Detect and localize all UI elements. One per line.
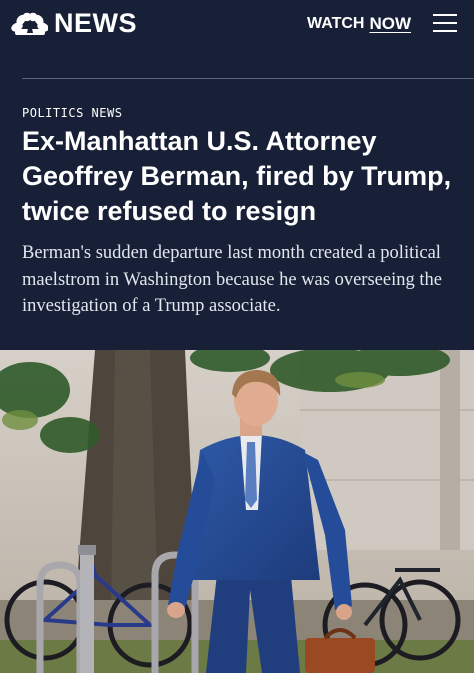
site-header: NEWS WATCH NOW POLITICS NEWS Ex-Manhatta…: [0, 0, 474, 350]
hero-photo-illustration: [0, 350, 474, 673]
article-page: NEWS WATCH NOW POLITICS NEWS Ex-Manhatta…: [0, 0, 474, 673]
article-headline: Ex-Manhattan U.S. Attorney Geoffrey Berm…: [22, 126, 452, 226]
menu-bar: [433, 22, 457, 24]
nbc-news-logo[interactable]: NEWS: [10, 8, 137, 38]
peacock-logo-icon: [11, 12, 48, 35]
watch-now-link[interactable]: WATCH NOW: [307, 13, 411, 35]
article-dek: Berman's sudden departure last month cre…: [22, 243, 442, 316]
watch-label: WATCH: [307, 15, 365, 32]
header-divider: [22, 78, 474, 79]
brand-wordmark: NEWS: [54, 7, 137, 38]
hamburger-menu-icon[interactable]: [433, 12, 457, 34]
menu-bar: [433, 30, 457, 32]
section-label[interactable]: POLITICS NEWS: [22, 106, 122, 120]
hero-photo[interactable]: [0, 350, 474, 673]
menu-bar: [433, 14, 457, 16]
now-label: NOW: [369, 14, 412, 33]
